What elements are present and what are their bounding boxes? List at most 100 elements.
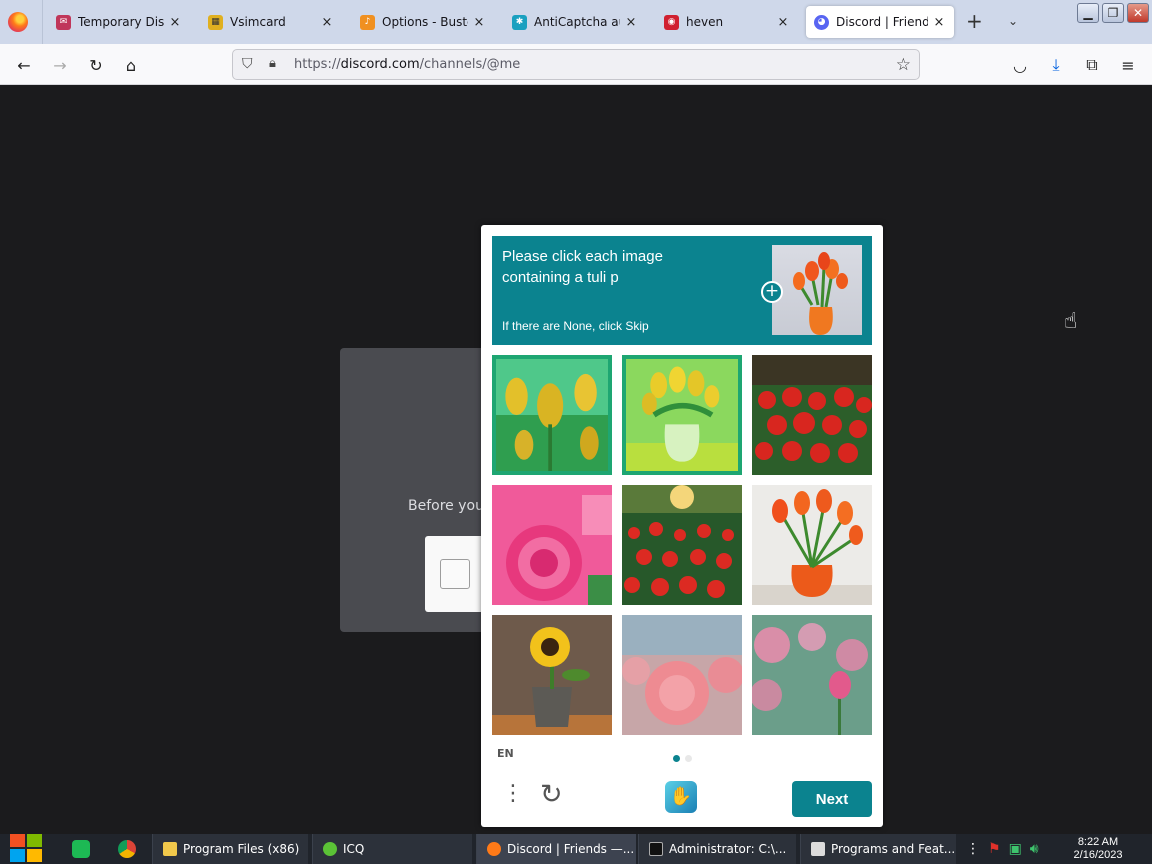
pink-flowers-blurred-art bbox=[622, 615, 742, 735]
close-tab-icon[interactable]: × bbox=[776, 15, 790, 30]
restore-window-button[interactable]: ❐ bbox=[1102, 3, 1124, 23]
language-selector[interactable]: EN bbox=[497, 747, 514, 760]
url-bar[interactable]: ⛉ 🔒︎ https://discord.com/channels/@me ☆ bbox=[232, 49, 920, 80]
page-indicator bbox=[673, 755, 692, 762]
image-tile-6[interactable] bbox=[752, 485, 872, 605]
page-dot-active bbox=[673, 755, 680, 762]
task-label: Program Files (x86) bbox=[183, 842, 300, 856]
minimize-window-button[interactable]: ▁ bbox=[1077, 3, 1099, 23]
tab-temporary-dispo[interactable]: ✉ Temporary Dispo × bbox=[48, 6, 190, 38]
image-tile-4[interactable] bbox=[492, 485, 612, 605]
close-tab-icon[interactable]: × bbox=[472, 15, 486, 30]
example-image[interactable] bbox=[772, 245, 862, 335]
browser-nav-bar: ← → ↻ ⌂ ⛉ 🔒︎ https://discord.com/channel… bbox=[0, 44, 1152, 85]
sim-card-icon: ▦ bbox=[208, 14, 223, 30]
image-tile-8[interactable] bbox=[622, 615, 742, 735]
clock-date: 2/16/2023 bbox=[1073, 849, 1123, 861]
task-label: Discord | Friends —... bbox=[507, 842, 635, 856]
next-button[interactable]: Next bbox=[792, 781, 872, 817]
tab-heven[interactable]: ◉ heven × bbox=[656, 6, 798, 38]
close-tab-icon[interactable]: × bbox=[932, 15, 946, 30]
task-label: Programs and Feat... bbox=[831, 842, 956, 856]
image-tile-7[interactable] bbox=[492, 615, 612, 735]
page-dot bbox=[685, 755, 692, 762]
discord-page: Before you ☝ Please click each image con… bbox=[0, 85, 1152, 834]
buster-icon: ♪ bbox=[360, 14, 375, 30]
task-administrator-cmd[interactable]: Administrator: C:\... bbox=[638, 834, 796, 864]
task-program-files[interactable]: Program Files (x86) bbox=[152, 834, 308, 864]
app-menu-icon[interactable]: ≡ bbox=[1116, 53, 1140, 77]
hcaptcha-logo-icon: ✋ bbox=[665, 781, 697, 813]
tab-label: Temporary Dispo bbox=[78, 15, 164, 29]
tray-overflow-icon[interactable]: ⋮ bbox=[966, 841, 980, 857]
home-icon[interactable]: ⌂ bbox=[119, 53, 143, 77]
yellow-tulips-art bbox=[496, 359, 608, 471]
volume-icon[interactable]: 🔊︎ bbox=[1030, 841, 1039, 857]
system-tray: ⋮ ⚑ ▣ 🔊︎ bbox=[966, 841, 1039, 857]
anticaptcha-icon: ✱ bbox=[512, 14, 527, 30]
task-label: ICQ bbox=[343, 842, 365, 856]
image-tile-3[interactable] bbox=[752, 355, 872, 475]
hcaptcha-challenge: Please click each image containing a tul… bbox=[481, 225, 883, 827]
expand-example-icon[interactable]: + bbox=[761, 281, 783, 303]
red-flower-field-art bbox=[622, 485, 742, 605]
url-text[interactable]: https://discord.com/channels/@me bbox=[294, 57, 520, 72]
pocket-icon[interactable]: ◡ bbox=[1008, 53, 1032, 77]
image-grid bbox=[492, 355, 872, 735]
terminal-icon bbox=[649, 842, 663, 856]
bookmark-star-icon[interactable]: ☆ bbox=[896, 55, 911, 75]
task-label: Administrator: C:\... bbox=[669, 842, 787, 856]
firefox-icon bbox=[487, 842, 501, 856]
task-discord-firefox[interactable]: Discord | Friends —... bbox=[476, 834, 636, 864]
flag-icon[interactable]: ⚑ bbox=[988, 841, 1001, 857]
tab-vsimcard[interactable]: ▦ Vsimcard × bbox=[200, 6, 342, 38]
refresh-challenge-icon[interactable]: ↻ bbox=[540, 781, 563, 809]
forward-icon[interactable]: → bbox=[48, 53, 72, 77]
image-tile-1[interactable] bbox=[492, 355, 612, 475]
yellow-tulips-vase-art bbox=[626, 359, 738, 471]
tab-label: Options - Buster bbox=[382, 15, 468, 29]
tab-label: heven bbox=[686, 15, 724, 29]
tab-discord-friends[interactable]: ◕ Discord | Friends × bbox=[806, 6, 954, 38]
icq-icon bbox=[323, 842, 337, 856]
reload-icon[interactable]: ↻ bbox=[84, 53, 108, 77]
chrome-icon[interactable] bbox=[118, 840, 136, 858]
windows-start-icon[interactable] bbox=[10, 834, 44, 864]
tab-anticaptcha[interactable]: ✱ AntiCaptcha auto × bbox=[504, 6, 646, 38]
lock-icon[interactable]: 🔒︎ bbox=[269, 56, 276, 71]
image-tile-9[interactable] bbox=[752, 615, 872, 735]
network-icon[interactable]: ▣ bbox=[1009, 841, 1022, 857]
captcha-checkbox[interactable] bbox=[440, 559, 470, 589]
url-path: /channels/@me bbox=[419, 57, 521, 72]
image-tile-5[interactable] bbox=[622, 485, 742, 605]
tab-label: AntiCaptcha auto bbox=[534, 15, 620, 29]
task-programs-features[interactable]: Programs and Feat... bbox=[800, 834, 956, 864]
challenge-prompt: Please click each image containing a tul… bbox=[492, 236, 872, 345]
extensions-icon[interactable]: ⧉ bbox=[1080, 53, 1104, 77]
close-tab-icon[interactable]: × bbox=[320, 15, 334, 30]
task-icq[interactable]: ICQ bbox=[312, 834, 472, 864]
prompt-line-1: Please click each image bbox=[502, 248, 663, 265]
image-tile-2[interactable] bbox=[622, 355, 742, 475]
downloads-icon[interactable]: ⤓ bbox=[1044, 53, 1068, 77]
new-tab-button[interactable]: + bbox=[966, 10, 983, 32]
back-icon[interactable]: ← bbox=[12, 53, 36, 77]
red-flowers-art bbox=[752, 355, 872, 475]
close-tab-icon[interactable]: × bbox=[168, 15, 182, 30]
system-clock[interactable]: 8:22 AM 2/16/2023 bbox=[1062, 836, 1134, 862]
tab-label: Discord | Friends bbox=[836, 15, 928, 29]
prompt-text: Please click each image containing a tul… bbox=[502, 246, 737, 288]
tulip-example-art bbox=[793, 252, 848, 335]
close-tab-icon[interactable]: × bbox=[624, 15, 638, 30]
verification-text: Before you bbox=[408, 498, 484, 514]
clock-time: 8:22 AM bbox=[1077, 836, 1119, 848]
chat-app-icon[interactable] bbox=[72, 840, 90, 858]
tab-options-buster[interactable]: ♪ Options - Buster × bbox=[352, 6, 494, 38]
more-options-icon[interactable]: ⋮ bbox=[502, 783, 524, 805]
firefox-icon[interactable] bbox=[8, 12, 28, 32]
heven-icon: ◉ bbox=[664, 14, 679, 30]
list-all-tabs-icon[interactable]: ⌄ bbox=[1008, 14, 1018, 28]
mail-icon: ✉ bbox=[56, 14, 71, 30]
close-window-button[interactable]: ✕ bbox=[1127, 3, 1149, 23]
tracking-shield-icon[interactable]: ⛉ bbox=[242, 56, 253, 72]
